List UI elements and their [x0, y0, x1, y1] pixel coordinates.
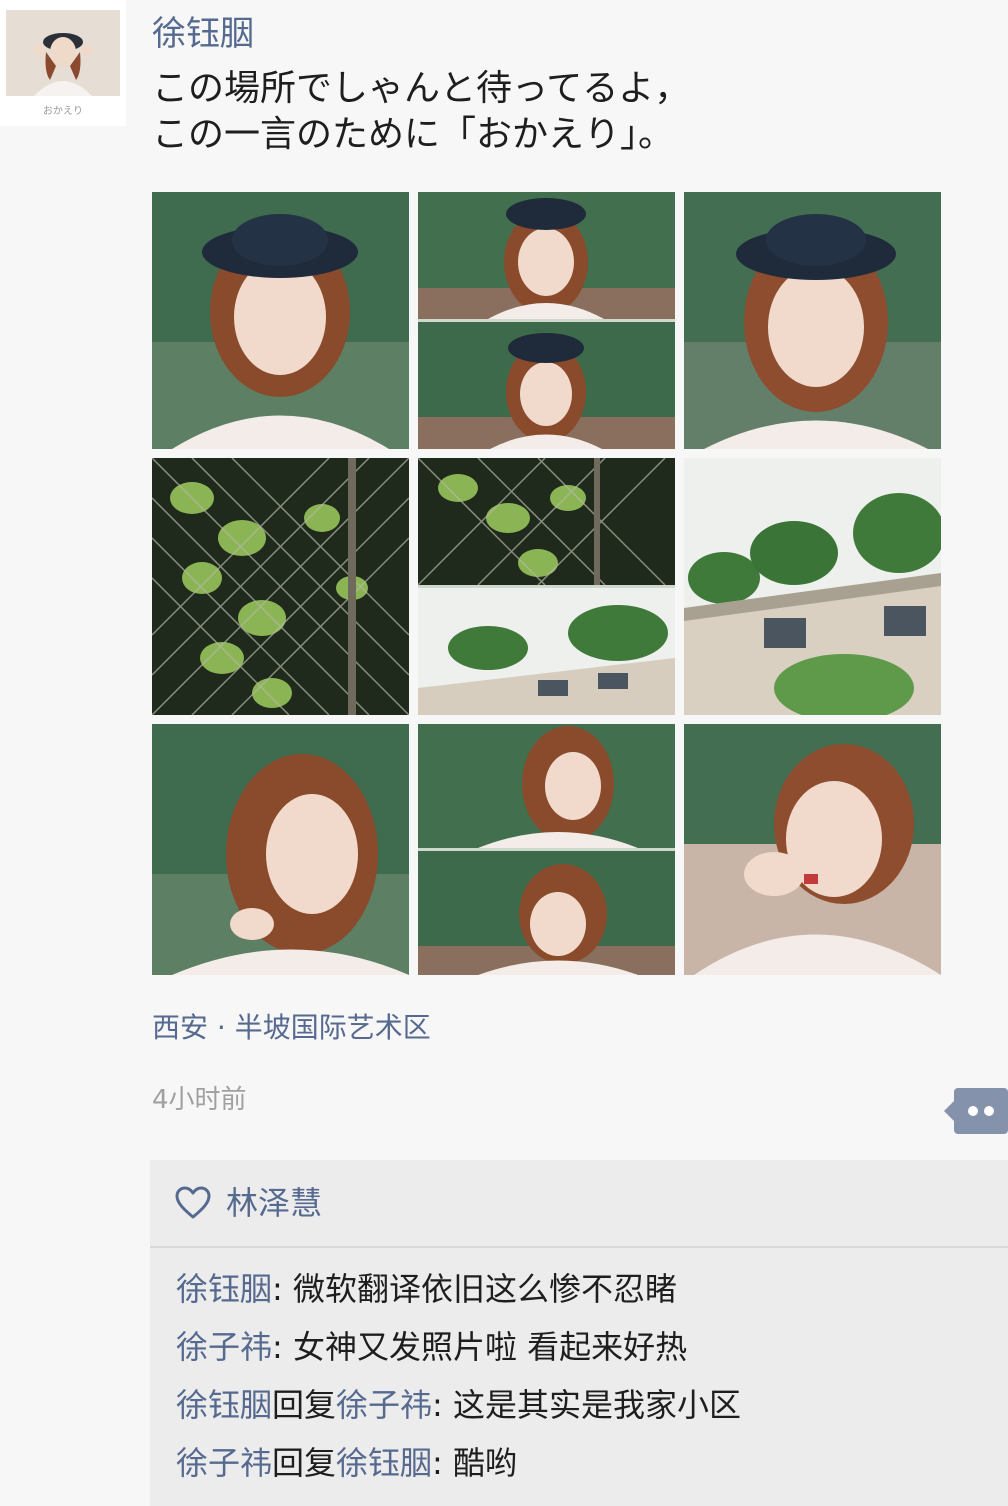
- comment-button[interactable]: [944, 1088, 1008, 1134]
- photo-thumbnail[interactable]: [152, 724, 409, 975]
- comment-text: 女神又发照片啦 看起来好热: [292, 1328, 688, 1366]
- comment-separator: :: [272, 1270, 293, 1308]
- comment-button-tip: [944, 1101, 954, 1121]
- divider: [150, 1246, 1008, 1248]
- comment-separator: :: [432, 1386, 453, 1424]
- liker-name[interactable]: 林泽慧: [226, 1182, 322, 1224]
- photo-thumbnail[interactable]: [418, 724, 675, 975]
- reply-target[interactable]: 徐子祎: [336, 1386, 432, 1424]
- dot: [984, 1106, 994, 1116]
- post-text-line: この場所でしゃんと待ってるよ，: [152, 68, 691, 109]
- comment-author[interactable]: 徐钰胭: [176, 1270, 272, 1308]
- dot: [968, 1106, 978, 1116]
- reply-target[interactable]: 徐钰胭: [336, 1444, 432, 1482]
- avatar-photo: [6, 10, 120, 96]
- photo-thumbnail[interactable]: [152, 192, 409, 449]
- heart-icon: [175, 1186, 211, 1219]
- photo-thumbnail[interactable]: [684, 458, 941, 715]
- location-link[interactable]: 西安 · 半坡国际艺术区: [152, 1008, 431, 1048]
- photo-thumbnail[interactable]: [152, 458, 409, 715]
- comment-item[interactable]: 徐子祎: 女神又发照片啦 看起来好热: [176, 1318, 996, 1376]
- comment-separator: :: [272, 1328, 293, 1366]
- avatar-caption: おかえり: [43, 106, 83, 117]
- comment-text: 酷哟: [453, 1444, 518, 1482]
- photo-grid: [152, 192, 941, 975]
- comment-separator: :: [432, 1444, 453, 1482]
- comment-item[interactable]: 徐钰胭回复徐子祎: 这是其实是我家小区: [176, 1376, 996, 1434]
- comment-text: 这是其实是我家小区: [453, 1386, 742, 1424]
- comment-author[interactable]: 徐钰胭: [176, 1386, 272, 1424]
- post-text: この場所でしゃんと待ってるよ， この一言のために「おかえり」。: [152, 66, 972, 158]
- more-icon: [954, 1088, 1008, 1134]
- photo-thumbnail[interactable]: [684, 724, 941, 975]
- likes-row: 林泽慧: [150, 1160, 1008, 1246]
- comment-text: 微软翻译依旧这么惨不忍睹: [292, 1270, 677, 1308]
- reply-word: 回复: [272, 1386, 337, 1424]
- avatar[interactable]: おかえり: [0, 0, 126, 126]
- comment-list: 徐钰胭: 微软翻译依旧这么惨不忍睹 徐子祎: 女神又发照片啦 看起来好热 徐钰胭…: [176, 1260, 996, 1492]
- interaction-panel: 林泽慧 徐钰胭: 微软翻译依旧这么惨不忍睹 徐子祎: 女神又发照片啦 看起来好热…: [150, 1160, 1008, 1506]
- comment-item[interactable]: 徐钰胭: 微软翻译依旧这么惨不忍睹: [176, 1260, 996, 1318]
- comment-author[interactable]: 徐子祎: [176, 1444, 272, 1482]
- post-text-line: この一言のために「おかえり」。: [152, 114, 675, 155]
- comment-item[interactable]: 徐子祎回复徐钰胭: 酷哟: [176, 1434, 996, 1492]
- photo-thumbnail[interactable]: [418, 192, 675, 449]
- comment-author[interactable]: 徐子祎: [176, 1328, 272, 1366]
- photo-thumbnail[interactable]: [418, 458, 675, 715]
- photo-thumbnail[interactable]: [684, 192, 941, 449]
- post-timestamp: 4小时前: [152, 1085, 247, 1115]
- post-author-name[interactable]: 徐钰胭: [152, 12, 254, 56]
- reply-word: 回复: [272, 1444, 337, 1482]
